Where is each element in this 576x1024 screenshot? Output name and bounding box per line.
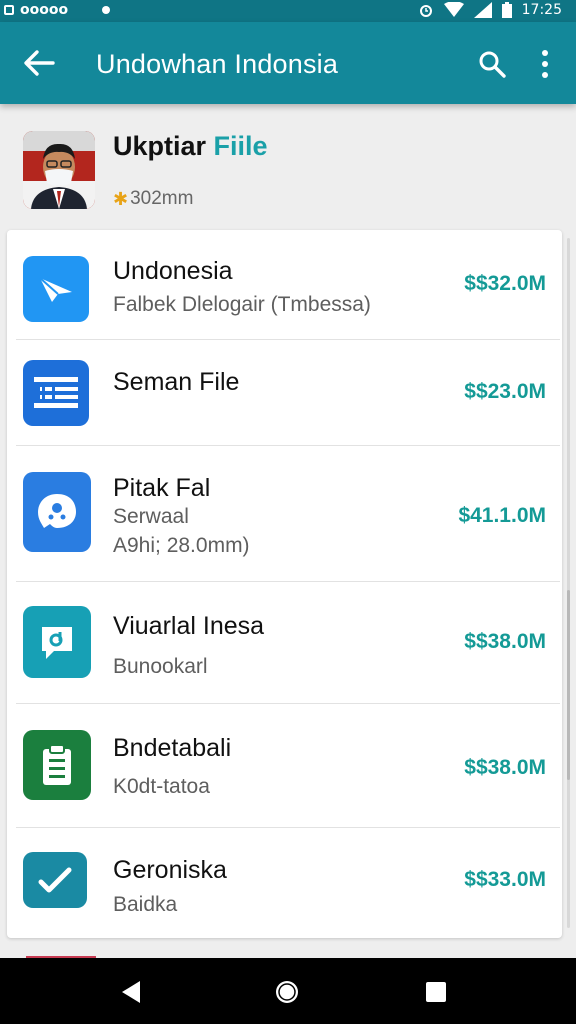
item-subtitle: Falbek Dlelogair (Tmbessa) [113, 293, 371, 316]
profile-subtitle-text: 302mm [130, 188, 194, 209]
back-icon[interactable] [118, 978, 146, 1006]
clipboard-icon [23, 730, 91, 800]
check-edit-icon [23, 852, 87, 908]
alarm-icon [419, 5, 432, 17]
profile-name-accent: Fiile [213, 131, 268, 161]
item-subtitle: Bunookarl [113, 655, 208, 678]
item-subtitle: Baidka [113, 893, 178, 916]
item-name: Viuarlal Inesa [113, 612, 265, 640]
item-price: $$38.0M [464, 756, 546, 779]
item-price: $$32.0M [464, 272, 546, 295]
list-item[interactable]: Viuarlal Inesa Bunookarl $$38.0M [10, 582, 560, 704]
avatar[interactable] [23, 131, 95, 209]
item-subtitle: Serwaal [113, 505, 189, 528]
list-item[interactable]: Undonesia Falbek Dlelogair (Tmbessa) $$3… [10, 232, 560, 340]
item-name: Seman File [113, 368, 240, 396]
item-name: Geroniska [113, 856, 227, 884]
profile-header: Ukptiar Fiile ✱ 302mm [0, 104, 576, 228]
scrollbar[interactable] [567, 238, 570, 928]
item-subtitle: K0dt-tatoa [113, 775, 210, 798]
battery-icon [501, 2, 512, 18]
search-icon[interactable] [477, 49, 507, 79]
status-bar: ooooo 17:25 [0, 0, 576, 22]
star-icon: ✱ [113, 188, 129, 209]
item-name: Undonesia [113, 257, 233, 285]
signal-icon [473, 2, 492, 18]
list-item[interactable]: Bndetabali K0dt-tatoa $$38.0M [10, 704, 560, 828]
sync-icon [102, 6, 111, 14]
system-nav-bar [0, 958, 576, 1024]
profile-name: Ukptiar Fiile [113, 130, 268, 162]
recents-icon[interactable] [422, 978, 450, 1006]
list-item[interactable]: Pitak Fal Serwaal A9hi; 28.0mm) $41.1.0M [10, 446, 560, 582]
chat-bubble-icon [23, 472, 91, 552]
item-price: $$38.0M [464, 630, 546, 653]
message-icon [23, 606, 91, 678]
status-left-text: ooooo [20, 2, 69, 18]
app-bar: Undowhan Indonsia [0, 22, 576, 104]
item-price: $41.1.0M [458, 504, 546, 527]
item-subtitle: A9hi; 28.0mm) [113, 534, 250, 557]
item-price: $$23.0M [464, 380, 546, 403]
scrollbar-thumb[interactable] [567, 590, 570, 780]
list-item[interactable]: Geroniska Baidka $$33.0M [10, 828, 560, 936]
list-item[interactable]: Seman File $$23.0M [10, 340, 560, 446]
status-time: 17:25 [521, 2, 562, 18]
back-arrow-icon[interactable] [22, 48, 56, 78]
home-icon[interactable] [273, 978, 301, 1006]
page-title: Undowhan Indonsia [96, 49, 339, 79]
profile-name-main: Ukptiar [113, 131, 207, 161]
more-vert-icon[interactable] [534, 48, 556, 80]
send-plane-icon [23, 256, 89, 322]
notification-icon [4, 5, 14, 15]
item-name: Pitak Fal [113, 474, 211, 502]
wifi-icon [443, 2, 464, 17]
item-name: Bndetabali [113, 734, 232, 762]
profile-subtitle: ✱ 302mm [113, 188, 193, 210]
document-list-icon [23, 360, 89, 426]
item-price: $$33.0M [464, 868, 546, 891]
